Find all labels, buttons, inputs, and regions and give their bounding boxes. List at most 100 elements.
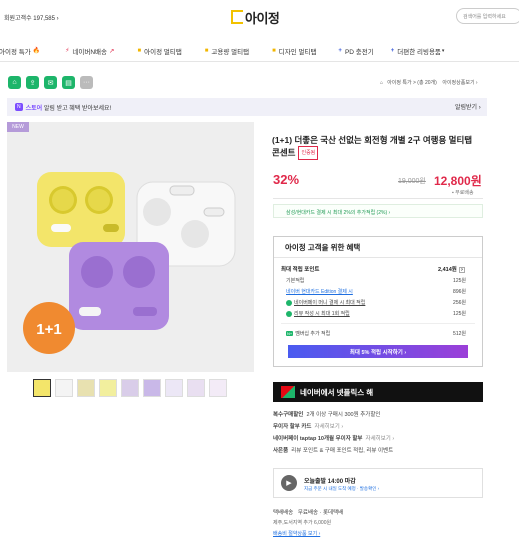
max-points-value: 2,414원? [438, 267, 465, 273]
benefit-row-link[interactable]: 네이버 현대카드 Edition 결제 시 [286, 288, 353, 295]
bolt-icon: ⚡ [65, 48, 70, 54]
truck-icon: ▪ [452, 190, 454, 196]
thumbnail[interactable] [165, 379, 183, 397]
thumbnail[interactable] [99, 379, 117, 397]
notify-button[interactable]: 알림받기 › [455, 102, 481, 111]
shipping-link[interactable]: 배송비 절약상품 보기 › [273, 530, 320, 537]
info-row[interactable]: 네이버페이 taptap 10개월 무이자 할부 자세히보기 › [273, 434, 394, 442]
npay-membership-value: 512원 [453, 331, 466, 337]
npay-membership-row: N+ 멤버십 추가 적립 [286, 331, 331, 337]
nav-item-label: 아이정 특가 [0, 48, 31, 56]
member-count[interactable]: 회원고객수 197,585 › [4, 13, 59, 22]
max-points-label: 최대 적립 포인트 [281, 267, 320, 273]
nav-item-label: 네이버N배송 [72, 48, 108, 56]
promo-banner[interactable]: 네이버에서 넷플릭스 해 [273, 382, 483, 402]
store-logo[interactable]: 아이정 [231, 6, 280, 28]
store-badge: N [15, 103, 23, 111]
netflix-logo-icon [281, 386, 295, 398]
store-notice-text: 스토어 알림 받고 혜택 받아보세요! [25, 105, 112, 112]
nav-item-npay-delivery[interactable]: ⚡ 네이버N배송 ↗ [65, 46, 114, 56]
review-icon [286, 310, 292, 317]
nav-item-label: 더편한 리빙용품 [397, 48, 441, 56]
promo-text: 1+1 [36, 321, 62, 338]
purple-plug-illustration [69, 242, 169, 330]
start-points-button[interactable]: 최대 5% 적립 시작하기 › [288, 345, 468, 358]
plus-icon: + [390, 47, 395, 54]
home-icon[interactable]: ⌂ [8, 76, 21, 89]
nav-item-design[interactable]: ■ 디자인 멀티탭 [272, 46, 316, 56]
breadcrumb: ⌂ 아이정 특가 > (총 20개) 아이정상품보기 › [380, 79, 478, 86]
thumbnail[interactable] [209, 379, 227, 397]
thumbnail[interactable] [55, 379, 73, 397]
banner-text: 네이버에서 넷플릭스 해 [300, 387, 374, 397]
npay-icon [286, 299, 292, 306]
delivery-sub[interactable]: 지금 주문 시 내일 도착 예정 · 발송확인 › [304, 486, 379, 492]
info-row[interactable]: 무이자 할부 카드 자세히보기 › [273, 422, 343, 430]
fire-icon: 🔥 [32, 48, 41, 54]
breadcrumb-link[interactable]: 아이정상품보기 › [442, 80, 477, 86]
nav-item-label: 고용량 멀티탭 [211, 48, 250, 56]
home-icon[interactable]: ⌂ [380, 80, 383, 86]
discount-rate: 32% [273, 172, 300, 187]
cart-icon[interactable]: ▤ [62, 76, 75, 89]
benefit-row-value: 896원 [453, 289, 466, 295]
chevron-down-icon: ▾ [441, 47, 445, 54]
thumbnail[interactable] [33, 379, 51, 397]
delivery-title: 오늘출발 14:00 마감 [304, 479, 356, 485]
truck-icon: ▶ [281, 475, 297, 491]
breadcrumb-path[interactable]: 아이정 특가 > (총 20개) [387, 80, 437, 86]
info-row: 사은품 리뷰 포인트 & 구매 포인트 적립, 리뷰 이벤트 [273, 448, 394, 454]
more-icon[interactable]: ··· [80, 76, 93, 89]
nav-item-high-capacity[interactable]: ■ 고용량 멀티탭 [205, 46, 249, 56]
thumbnail[interactable] [77, 379, 95, 397]
certified-badge: 인증됨 [298, 146, 319, 160]
shipping-tag: ▪ 무료배송 [452, 190, 474, 196]
thumbnail[interactable] [143, 379, 161, 397]
divider [281, 323, 475, 324]
benefit-row-value: 125원 [453, 278, 466, 284]
folder-icon: ■ [272, 47, 276, 54]
thumbnail[interactable] [187, 379, 205, 397]
benefit-title: 아이정 고객을 위한 혜택 [285, 243, 361, 252]
thumbnail[interactable] [121, 379, 139, 397]
logo-mark-icon [231, 10, 243, 24]
store-notice-bar: N 스토어 알림 받고 혜택 받아보세요! [7, 98, 487, 116]
category-nav: 아이정 특가 🔥 ⚡ 네이버N배송 ↗ ■ 아이정 멀티탭 ■ 고용량 멀티탭 … [0, 40, 519, 62]
help-icon: ? [458, 267, 465, 273]
shipping-extra: 제주,도서지역 추가 6,000원 [273, 520, 332, 526]
search-input[interactable]: 검색어를 입력하세요 [456, 8, 519, 24]
benefit-row-value: 256원 [453, 300, 466, 306]
benefit-row-value: 125원 [453, 311, 466, 317]
nav-item-pd-charger[interactable]: + PD 충전기 [338, 46, 373, 56]
info-row: 복수구매할인 2개 이상 구매시 300원 추가할인 [273, 412, 381, 418]
benefit-row[interactable]: 리뷰 작성 시 최대 1회 적립 [286, 310, 350, 317]
truck-icon: ↗ [109, 47, 115, 55]
plus-icon: + [338, 47, 342, 54]
folder-icon: ■ [204, 47, 209, 54]
talk-icon[interactable]: ✉ [44, 76, 57, 89]
quick-actions: ⌂ ⇪ ✉ ▤ ··· [8, 76, 93, 89]
share-icon[interactable]: ⇪ [26, 76, 39, 89]
yellow-plug-illustration [37, 172, 125, 247]
folder-icon: ■ [137, 47, 142, 54]
shipping-row: 택배배송 무료배송 · 롯데택배 [273, 510, 344, 516]
benefit-row-label: 기본적립 [286, 278, 305, 284]
benefit-row[interactable]: 네이버페이 머니 결제 시 최대 적립 [286, 299, 365, 306]
nav-item-living[interactable]: + 더편한 리빙용품 ▾ [391, 46, 445, 56]
card-benefit-bar[interactable]: 삼성/현대카드 결제 시 최대 2%의 추가적립 (2%) › [273, 204, 483, 218]
thumbnail-strip [33, 379, 227, 397]
nav-item-label: PD 충전기 [344, 48, 374, 56]
divider [273, 198, 483, 199]
product-image[interactable]: NEW 1+1 [7, 122, 254, 372]
original-price: 19,000원 [398, 178, 426, 185]
sale-price: 12,800원 [434, 174, 482, 188]
nav-item-label: 디자인 멀티탭 [278, 48, 317, 56]
product-title: (1+1) 더좋은 국산 선없는 회전형 개별 2구 여행용 멀티탭 콘센트 인증… [272, 134, 482, 160]
new-badge: NEW [7, 122, 29, 132]
npay-badge-icon: N+ [286, 331, 294, 336]
nav-item-label: 아이정 멀티탭 [144, 48, 182, 56]
logo-text: 아이정 [245, 10, 280, 26]
nav-item-special[interactable]: 아이정 특가 🔥 [0, 46, 43, 56]
nav-item-multitap[interactable]: ■ 아이정 멀티탭 [137, 46, 181, 56]
divider [274, 257, 482, 258]
